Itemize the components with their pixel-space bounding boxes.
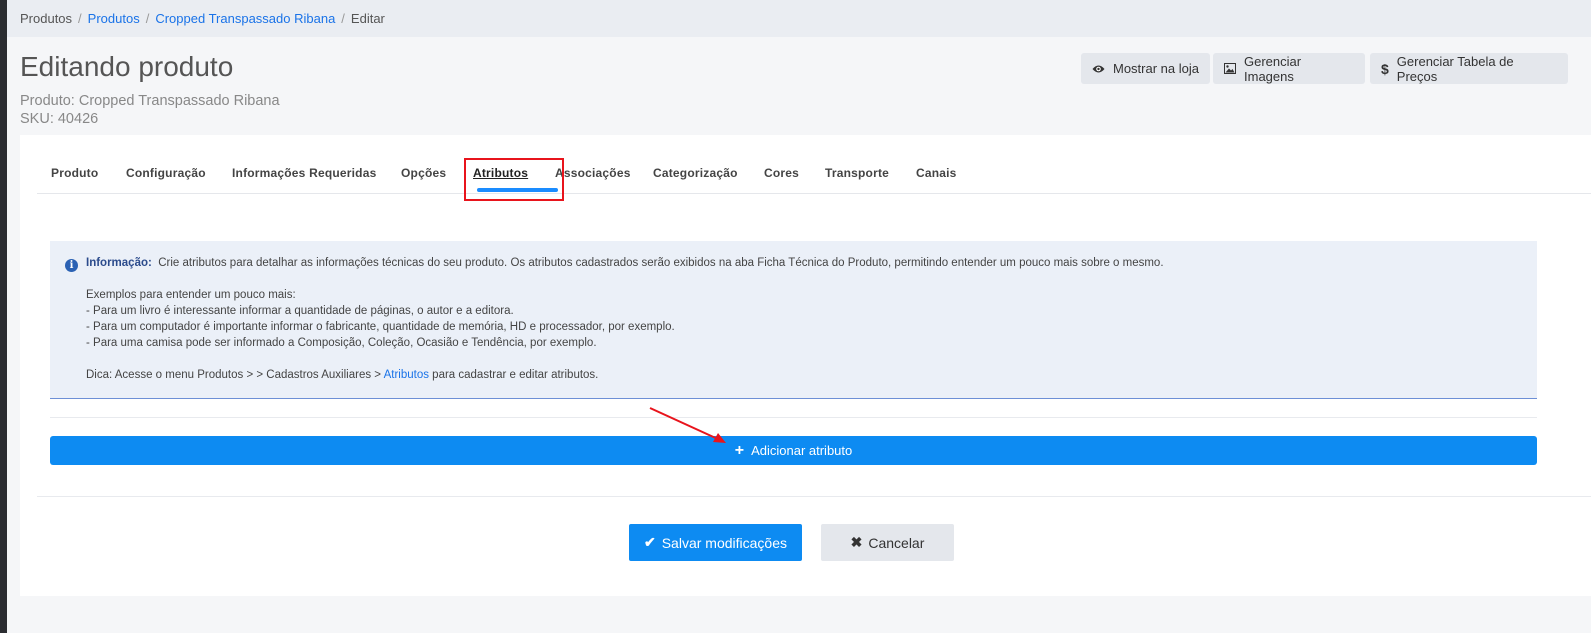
tip-line: Dica: Acesse o menu Produtos > > Cadastr… bbox=[86, 369, 598, 381]
cancel-button[interactable]: ✖ Cancelar bbox=[821, 524, 954, 561]
tip-prefix: Dica: Acesse o menu Produtos > > Cadastr… bbox=[86, 369, 382, 381]
section-divider bbox=[37, 496, 1591, 497]
example-line: - Para um livro é interessante informar … bbox=[86, 305, 514, 317]
section-divider bbox=[50, 417, 1537, 418]
page-title: Editando produto bbox=[20, 51, 234, 82]
manage-price-table-button[interactable]: $ Gerenciar Tabela de Preços bbox=[1370, 53, 1568, 84]
image-icon bbox=[1224, 63, 1236, 74]
highlight-box-annotation bbox=[464, 158, 564, 201]
info-text: Crie atributos para detalhar as informaç… bbox=[158, 257, 1164, 269]
dollar-icon: $ bbox=[1381, 60, 1389, 77]
eye-icon bbox=[1092, 64, 1105, 74]
breadcrumb-item-product[interactable]: Cropped Transpassado Ribana bbox=[155, 11, 335, 26]
tab-canais[interactable]: Canais bbox=[916, 166, 957, 180]
add-attribute-button[interactable]: + Adicionar atributo bbox=[50, 436, 1537, 465]
tab-informacoes-requeridas[interactable]: Informações Requeridas bbox=[232, 166, 376, 180]
breadcrumb-item-produtos-root[interactable]: Produtos bbox=[20, 11, 72, 26]
cancel-label: Cancelar bbox=[868, 534, 925, 551]
tab-categorizacao[interactable]: Categorização bbox=[653, 166, 738, 180]
add-attribute-label: Adicionar atributo bbox=[751, 443, 853, 458]
edit-product-card: Produto Configuração Informações Requeri… bbox=[20, 135, 1591, 596]
breadcrumb: Produtos / Produtos / Cropped Transpassa… bbox=[7, 0, 1591, 37]
breadcrumb-item-editar: Editar bbox=[350, 11, 385, 26]
close-icon: ✖ bbox=[850, 534, 863, 550]
info-text-line: Informação: Crie atributos para detalhar… bbox=[86, 257, 1164, 269]
info-label: Informação: bbox=[86, 257, 152, 269]
breadcrumb-separator: / bbox=[341, 11, 345, 26]
tab-opcoes[interactable]: Opções bbox=[401, 166, 446, 180]
manage-images-button[interactable]: Gerenciar Imagens bbox=[1213, 53, 1365, 84]
attributes-link[interactable]: Atributos bbox=[384, 369, 429, 381]
breadcrumb-item-produtos[interactable]: Produtos bbox=[88, 11, 140, 26]
check-icon: ✔ bbox=[643, 534, 656, 550]
tab-configuracao[interactable]: Configuração bbox=[126, 166, 206, 180]
save-button[interactable]: ✔ Salvar modificações bbox=[629, 524, 802, 561]
info-alert: i Informação: Crie atributos para detalh… bbox=[50, 241, 1537, 399]
tab-transporte[interactable]: Transporte bbox=[825, 166, 889, 180]
product-tabs: Produto Configuração Informações Requeri… bbox=[37, 135, 1591, 201]
left-window-strip bbox=[0, 0, 7, 633]
tab-produto[interactable]: Produto bbox=[51, 166, 98, 180]
page-header: Editando produto Produto: Cropped Transp… bbox=[7, 37, 1591, 135]
tab-associacoes[interactable]: Associações bbox=[555, 166, 631, 180]
manage-price-table-label: Gerenciar Tabela de Preços bbox=[1396, 53, 1514, 84]
save-label: Salvar modificações bbox=[661, 534, 787, 551]
show-in-store-label: Mostrar na loja bbox=[1113, 61, 1199, 76]
tip-suffix: para cadastrar e editar atributos. bbox=[432, 369, 599, 381]
product-name-line: Produto: Cropped Transpassado Ribana bbox=[20, 93, 280, 109]
breadcrumb-separator: / bbox=[78, 11, 82, 26]
info-icon: i bbox=[65, 259, 78, 272]
red-arrow-annotation bbox=[649, 407, 726, 443]
show-in-store-button[interactable]: Mostrar na loja bbox=[1081, 53, 1210, 84]
tab-cores[interactable]: Cores bbox=[764, 166, 799, 180]
examples-title: Exemplos para entender um pouco mais: bbox=[86, 289, 296, 301]
example-line: - Para um computador é importante inform… bbox=[86, 321, 675, 333]
breadcrumb-separator: / bbox=[145, 11, 150, 26]
sku-line: SKU: 40426 bbox=[20, 111, 99, 127]
manage-images-label: Gerenciar Imagens bbox=[1244, 53, 1302, 84]
example-line: - Para uma camisa pode ser informado a C… bbox=[86, 337, 597, 349]
